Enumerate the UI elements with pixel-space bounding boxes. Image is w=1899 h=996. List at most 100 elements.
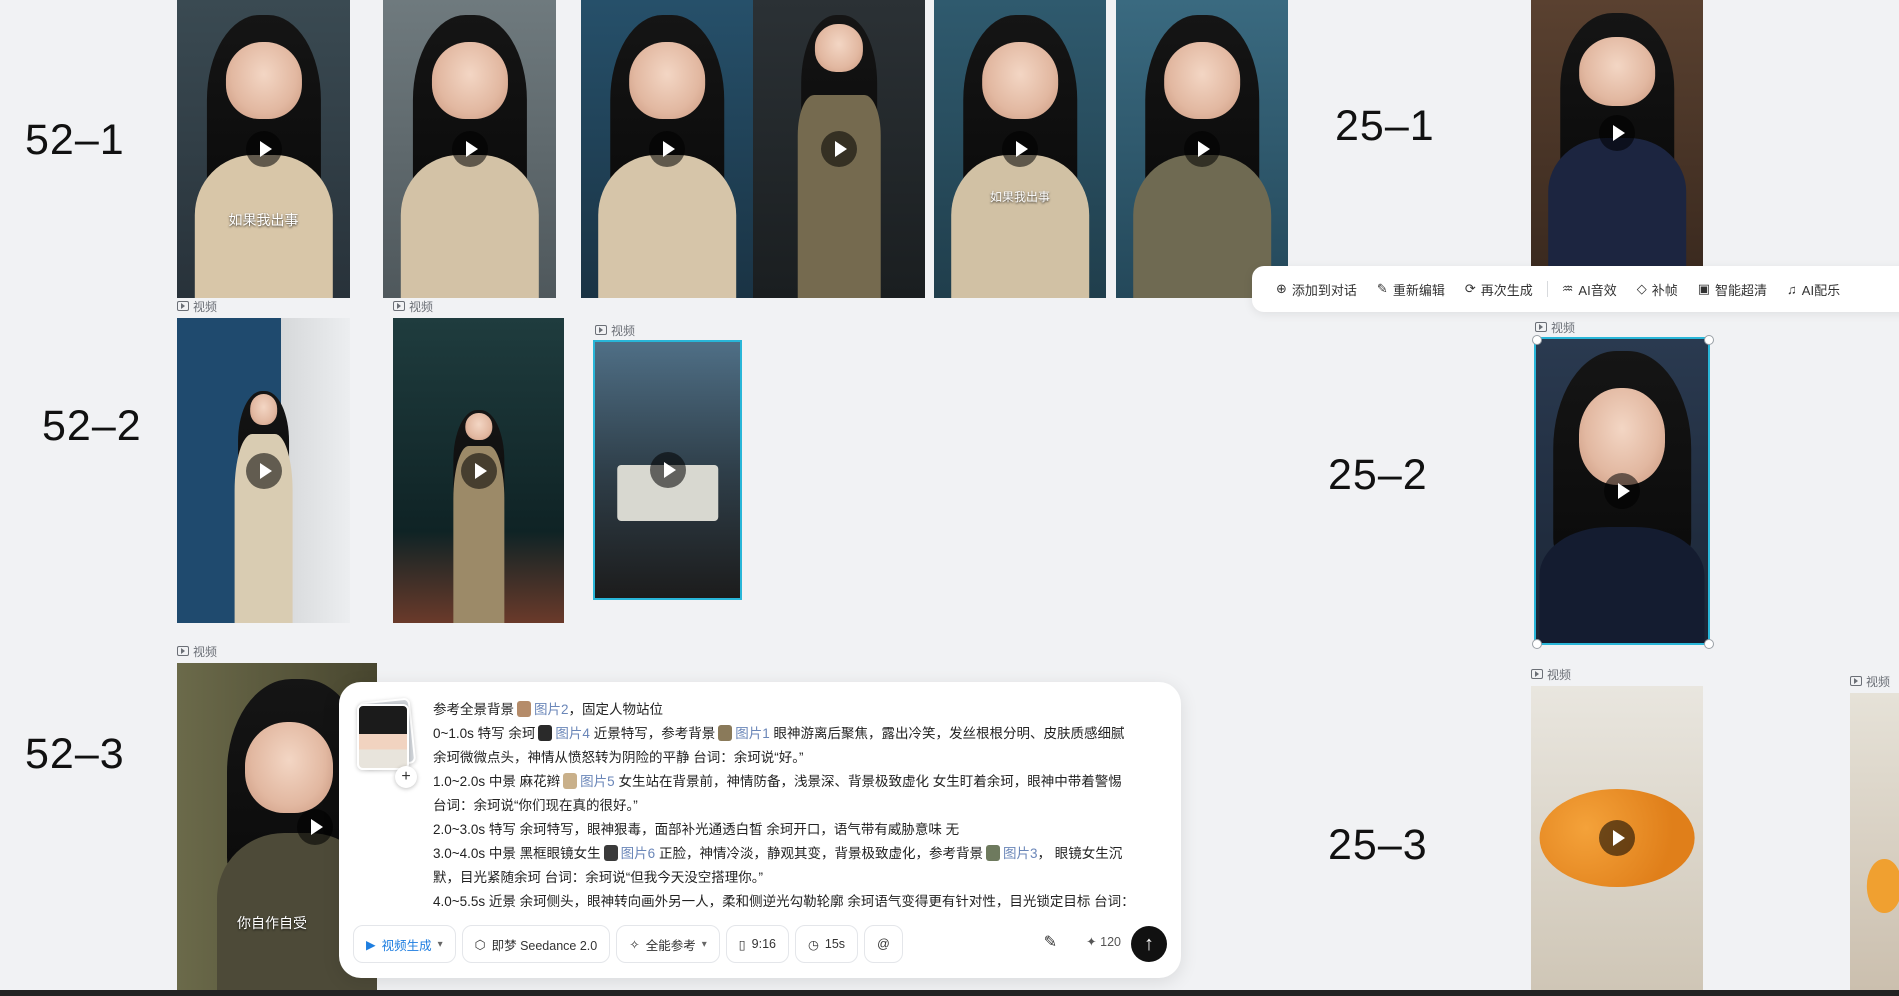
video-tag-label: 视频 — [409, 299, 434, 314]
play-icon[interactable] — [1599, 115, 1635, 151]
magic-wand-icon[interactable]: ✎ — [1044, 932, 1057, 952]
play-icon[interactable] — [649, 452, 686, 488]
video-thumb[interactable] — [1531, 686, 1703, 990]
image-reference[interactable]: 图片1 — [735, 726, 770, 741]
image-reference[interactable]: 图片3 — [1003, 846, 1038, 861]
duration-label: 15s — [824, 937, 846, 951]
add-reference-icon[interactable]: + — [395, 766, 417, 788]
prompt-text-segment: 女生站在背景前，神情防备，浅景深、背景极致虚化 女生盯着余珂，眼神中带着警惕 — [618, 774, 1122, 789]
prompt-text-segment: 参考全景背景 — [433, 702, 514, 717]
image-chip — [718, 725, 733, 741]
upscale-button[interactable]: ▣ 智能超清 — [1688, 266, 1777, 312]
video-tag-label: 视频 — [1547, 667, 1572, 682]
prompt-line: 台词：余珂说“你们现在真的很好。” — [433, 794, 1169, 818]
play-icon[interactable] — [245, 452, 282, 489]
play-icon[interactable] — [649, 131, 685, 167]
duration-select[interactable]: ◷ 15s — [794, 925, 859, 963]
row-label-25-3: 25–3 — [1328, 821, 1428, 869]
image-reference[interactable]: 图片6 — [621, 846, 656, 861]
re-edit-label: 重新编辑 — [1392, 282, 1445, 298]
mention-label: @ — [877, 937, 890, 951]
video-thumb[interactable]: 如果我出事 — [177, 0, 350, 298]
reference-image-stack[interactable]: + — [355, 697, 417, 788]
play-icon[interactable] — [297, 808, 333, 845]
video-thumb[interactable] — [1531, 0, 1703, 266]
play-icon[interactable] — [1184, 131, 1220, 167]
aspect-ratio-select[interactable]: ▯ 9:16 — [725, 925, 789, 963]
regenerate-label: 再次生成 — [1480, 282, 1533, 298]
play-icon[interactable] — [821, 131, 857, 167]
prompt-text-segment: 眼神游离后聚焦，露出冷笑，发丝根根分明、皮肤质感细腻 — [773, 726, 1125, 741]
resize-handle[interactable] — [1532, 639, 1542, 649]
video-tag: 视频 — [177, 299, 217, 314]
video-tag-icon — [595, 325, 607, 335]
video-tag-label: 视频 — [1551, 320, 1576, 335]
video-thumb[interactable] — [1116, 0, 1288, 298]
play-icon[interactable] — [1599, 820, 1635, 856]
resize-handle[interactable] — [1704, 335, 1714, 345]
video-tag-icon — [177, 301, 189, 311]
video-thumb-selected[interactable] — [593, 340, 742, 600]
re-edit-button[interactable]: ✎ 重新编辑 — [1367, 266, 1455, 312]
resize-handle[interactable] — [1532, 335, 1542, 345]
video-tag-icon — [1535, 322, 1547, 332]
bottom-strip — [0, 990, 1899, 996]
row-label-25-1: 25–1 — [1335, 102, 1435, 150]
video-tag-icon — [177, 646, 189, 656]
mode-select[interactable]: ▶ 视频生成 ▾ — [353, 925, 456, 963]
video-thumb[interactable] — [753, 0, 925, 298]
reference-mode-select[interactable]: ✧ 全能参考 ▾ — [616, 925, 720, 963]
video-thumb[interactable]: 如果我出事 — [934, 0, 1106, 298]
image-reference[interactable]: 图片4 — [555, 726, 590, 741]
play-icon[interactable] — [1604, 473, 1640, 509]
video-thumb[interactable] — [383, 0, 556, 298]
add-to-chat-button[interactable]: ⊕ 添加到对话 — [1266, 266, 1367, 312]
magic-icon: ✧ — [629, 937, 640, 952]
frame-fill-button[interactable]: ◇ 补帧 — [1627, 266, 1688, 312]
resize-handle[interactable] — [1704, 639, 1714, 649]
video-tag: 视频 — [1535, 320, 1576, 335]
prompt-line: 1.0~2.0s 中景 麻花辫 图片5 女生站在背景前，神情防备，浅景深、背景极致… — [433, 770, 1169, 794]
video-action-bar: ⊕ 添加到对话 ✎ 重新编辑 ⟳ 再次生成 ♒ AI音效 ◇ 补帧 ▣ 智能超清… — [1252, 266, 1899, 312]
prompt-text[interactable]: 参考全景背景 图片2，固定人物站位 0~1.0s 特写 余珂 图片4 近景特写，参考… — [433, 698, 1169, 914]
play-icon[interactable] — [1002, 131, 1038, 167]
edit-icon: ✎ — [1376, 281, 1388, 296]
play-icon[interactable] — [451, 131, 488, 167]
video-thumb[interactable] — [177, 318, 350, 623]
play-icon[interactable] — [245, 131, 282, 167]
prompt-text-segment: ， 眼镜女生沉 — [1037, 846, 1123, 861]
reference-mode-label: 全能参考 — [645, 938, 696, 953]
video-tag-icon — [1850, 676, 1862, 686]
model-select[interactable]: ⬡ 即梦 Seedance 2.0 — [461, 925, 611, 963]
arrow-up-icon: ↑ — [1144, 933, 1154, 955]
sparkle-icon: ✦ — [1086, 935, 1097, 949]
mode-label: 视频生成 — [381, 938, 432, 953]
mention-button[interactable]: @ — [864, 925, 903, 963]
video-thumb[interactable] — [1850, 693, 1899, 990]
prompt-text-segment: 余珂微微点头，神情从愤怒转为阴险的平静 台词：余珂说“好。” — [433, 750, 804, 765]
credits-display: ✦ 120 — [1086, 934, 1121, 949]
play-icon[interactable] — [460, 452, 497, 489]
video-tag-icon — [1531, 669, 1543, 679]
send-button[interactable]: ↑ — [1131, 926, 1167, 962]
video-tag-label: 视频 — [611, 323, 636, 338]
image-reference[interactable]: 图片2 — [534, 702, 569, 717]
image-chip — [517, 701, 531, 717]
prompt-text-segment: 0~1.0s 特写 余珂 — [433, 726, 536, 741]
prompt-text-segment: 近景特写，参考背景 — [593, 726, 716, 741]
video-thumb[interactable] — [581, 0, 753, 298]
image-reference[interactable]: 图片5 — [580, 774, 615, 789]
prompt-text-segment: 2.0~3.0s 特写 余珂特写，眼神狠毒，面部补光通透白皙 余珂开口，语气带有… — [433, 822, 960, 837]
prompt-text-segment: 默，目光紧随余珂 台词：余珂说“但我今天没空搭理你。” — [433, 870, 763, 885]
prompt-text-segment: 4.0~5.5s 近景 余珂侧头，眼神转向画外另一人，柔和侧逆光勾勒轮廓 余珂语… — [433, 894, 1135, 909]
add-to-chat-label: 添加到对话 — [1291, 282, 1357, 298]
prompt-line: 参考全景背景 图片2，固定人物站位 — [433, 698, 1169, 722]
ai-music-button[interactable]: ♫ AI配乐 — [1777, 266, 1850, 312]
music-note-icon: ♫ — [1787, 281, 1797, 297]
video-tag: 视频 — [1850, 674, 1890, 689]
ai-sfx-button[interactable]: ♒ AI音效 — [1552, 266, 1627, 312]
video-thumb-selected[interactable] — [1534, 337, 1710, 645]
regenerate-button[interactable]: ⟳ 再次生成 — [1455, 266, 1543, 312]
row-label-52-1: 52–1 — [25, 116, 125, 164]
video-thumb[interactable] — [393, 318, 564, 623]
